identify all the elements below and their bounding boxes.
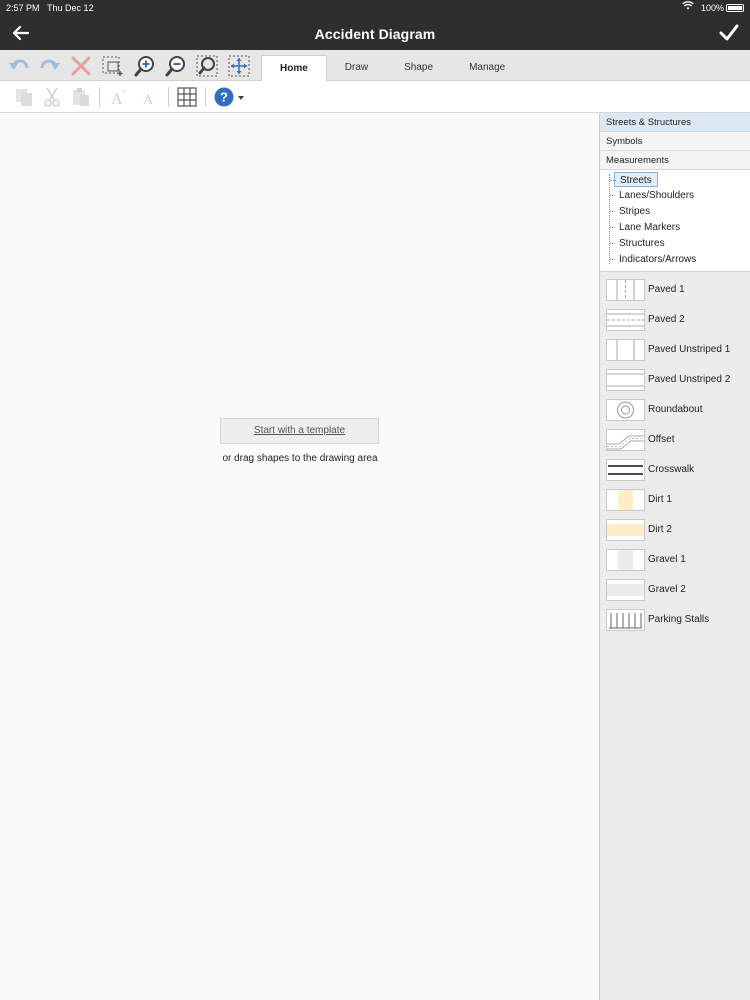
- decrease-font-icon[interactable]: A-: [139, 86, 161, 108]
- shape-label: Gravel 2: [648, 584, 686, 595]
- ribbon-toolbar: Home Draw Shape Manage A + A- ?: [0, 50, 750, 113]
- page-title: Accident Diagram: [314, 26, 436, 42]
- shape-library-panel: Streets & Structures Symbols Measurement…: [599, 113, 750, 1000]
- subcategory-tree: Streets Lanes/Shoulders Stripes Lane Mar…: [600, 170, 750, 272]
- tree-item-stripes[interactable]: Stripes: [608, 204, 655, 219]
- crosswalk-icon: [606, 459, 645, 481]
- zoom-in-icon[interactable]: [133, 54, 157, 78]
- zoom-to-fit-icon[interactable]: [195, 54, 219, 78]
- shape-list: Paved 1 Paved 2 Paved Unstriped 1 Paved …: [600, 274, 750, 634]
- shape-crosswalk[interactable]: Crosswalk: [600, 454, 750, 484]
- delete-icon[interactable]: [69, 54, 93, 78]
- grid-icon[interactable]: [176, 86, 198, 108]
- increase-font-icon[interactable]: A +: [108, 86, 130, 108]
- tree-connector: [609, 174, 610, 264]
- shape-label: Dirt 2: [648, 524, 672, 535]
- zoom-out-icon[interactable]: [164, 54, 188, 78]
- status-date: Thu Dec 12: [47, 3, 94, 13]
- checkmark-icon[interactable]: [718, 22, 740, 44]
- shape-label: Dirt 1: [648, 494, 672, 505]
- category-symbols[interactable]: Symbols: [600, 132, 750, 151]
- paved-unstriped-1-icon: [606, 339, 645, 361]
- select-area-icon[interactable]: [100, 54, 124, 78]
- fit-page-icon[interactable]: [227, 54, 251, 78]
- battery-level: 100%: [700, 3, 724, 13]
- shape-label: Paved 1: [648, 284, 685, 295]
- tab-home[interactable]: Home: [261, 55, 327, 81]
- shape-paved-1[interactable]: Paved 1: [600, 274, 750, 304]
- dirt-1-icon: [606, 489, 645, 511]
- shape-label: Offset: [648, 434, 675, 445]
- toolbar-separator: [99, 87, 100, 107]
- shape-label: Parking Stalls: [648, 614, 710, 625]
- tree-item-indicators-arrows[interactable]: Indicators/Arrows: [608, 252, 701, 267]
- svg-text:+: +: [122, 89, 126, 96]
- shape-parking-stalls[interactable]: Parking Stalls: [600, 604, 750, 634]
- category-measurements[interactable]: Measurements: [600, 151, 750, 170]
- status-time: 2:57 PM: [6, 3, 40, 13]
- gravel-2-icon: [606, 579, 645, 601]
- shape-paved-unstriped-1[interactable]: Paved Unstriped 1: [600, 334, 750, 364]
- dirt-2-icon: [606, 519, 645, 541]
- shape-gravel-2[interactable]: Gravel 2: [600, 574, 750, 604]
- wifi-icon: [682, 1, 694, 13]
- svg-text:-: -: [153, 89, 156, 96]
- help-icon[interactable]: ?: [213, 86, 247, 108]
- tab-draw[interactable]: Draw: [327, 55, 386, 81]
- parking-stalls-icon: [606, 609, 645, 631]
- redo-icon[interactable]: [38, 54, 62, 78]
- shape-paved-unstriped-2[interactable]: Paved Unstriped 2: [600, 364, 750, 394]
- tree-item-lanes-shoulders[interactable]: Lanes/Shoulders: [608, 188, 699, 203]
- cut-icon[interactable]: [41, 86, 63, 108]
- gravel-1-icon: [606, 549, 645, 571]
- paved-1-icon: [606, 279, 645, 301]
- paved-2-icon: [606, 309, 645, 331]
- start-with-template-button[interactable]: Start with a template: [220, 418, 379, 444]
- shape-label: Roundabout: [648, 404, 703, 415]
- shape-label: Paved Unstriped 2: [648, 374, 731, 385]
- shape-dirt-1[interactable]: Dirt 1: [600, 484, 750, 514]
- roundabout-icon: [606, 399, 645, 421]
- status-time-date: 2:57 PM Thu Dec 12: [6, 3, 94, 13]
- shape-dirt-2[interactable]: Dirt 2: [600, 514, 750, 544]
- tab-shape[interactable]: Shape: [386, 55, 451, 81]
- drawing-area[interactable]: Start with a template or drag shapes to …: [0, 113, 599, 1000]
- drag-shapes-hint: or drag shapes to the drawing area: [222, 453, 378, 464]
- copy-icon[interactable]: [13, 86, 35, 108]
- shape-label: Paved Unstriped 1: [648, 344, 731, 355]
- shape-offset[interactable]: Offset: [600, 424, 750, 454]
- tab-manage[interactable]: Manage: [451, 55, 523, 81]
- shape-gravel-1[interactable]: Gravel 1: [600, 544, 750, 574]
- svg-text:?: ?: [220, 90, 228, 105]
- shape-label: Gravel 1: [648, 554, 686, 565]
- paste-icon[interactable]: [70, 86, 92, 108]
- undo-icon[interactable]: [7, 54, 31, 78]
- shape-label: Crosswalk: [648, 464, 695, 475]
- paved-unstriped-2-icon: [606, 369, 645, 391]
- battery-icon: [726, 4, 744, 12]
- tree-item-lane-markers[interactable]: Lane Markers: [608, 220, 685, 235]
- shape-paved-2[interactable]: Paved 2: [600, 304, 750, 334]
- toolbar-separator: [168, 87, 169, 107]
- tree-item-streets[interactable]: Streets: [610, 172, 658, 187]
- toolbar-separator: [205, 87, 206, 107]
- title-bar: 2:57 PM Thu Dec 12 100% Accident Diagram: [0, 0, 750, 50]
- tree-item-structures[interactable]: Structures: [609, 236, 670, 251]
- ribbon-tabs: Home Draw Shape Manage: [261, 55, 523, 81]
- category-streets-structures[interactable]: Streets & Structures: [600, 113, 750, 132]
- offset-icon: [606, 429, 645, 451]
- shape-label: Paved 2: [648, 314, 685, 325]
- shape-roundabout[interactable]: Roundabout: [600, 394, 750, 424]
